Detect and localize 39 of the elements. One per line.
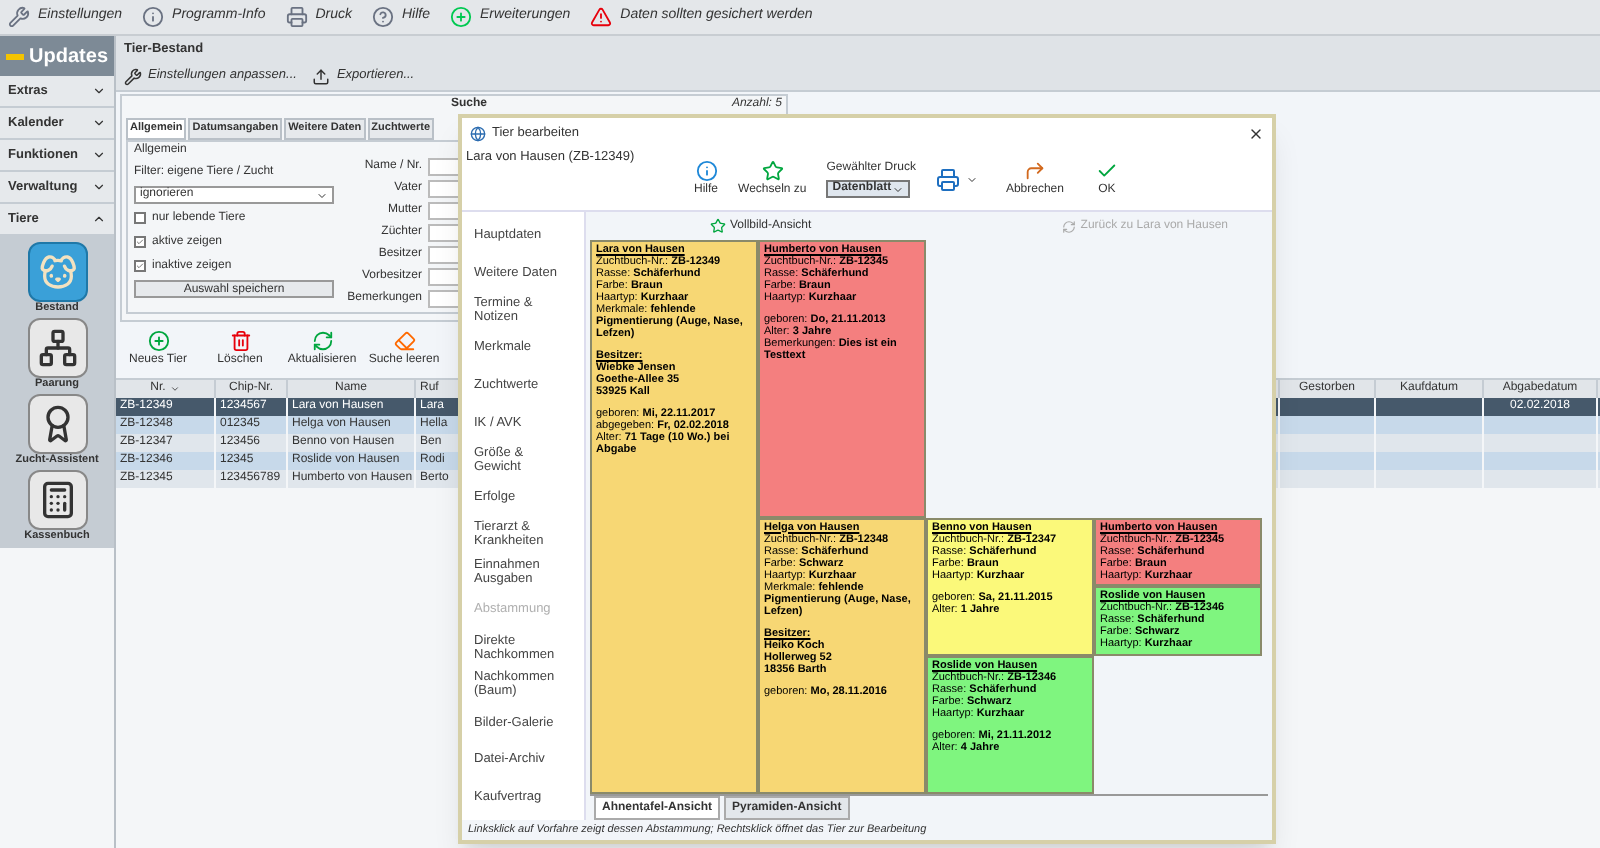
upload-icon	[312, 67, 331, 85]
printer-icon	[285, 6, 308, 28]
wrench-icon	[124, 67, 142, 85]
rosette-icon	[27, 394, 87, 454]
chevron-down-icon	[92, 116, 106, 130]
info-icon	[695, 159, 717, 181]
arrow-icon	[1023, 159, 1046, 181]
eraser-icon	[393, 330, 415, 352]
check-icon	[1095, 159, 1118, 181]
wrench-icon	[8, 6, 30, 28]
sort-icon	[169, 384, 180, 394]
printer-icon	[935, 167, 960, 191]
pedigree-card[interactable]	[590, 240, 758, 794]
chevron-down-icon	[892, 183, 905, 195]
network-icon	[27, 318, 87, 378]
trash-icon	[229, 330, 251, 352]
warning-icon	[590, 6, 613, 28]
dog-icon	[27, 242, 87, 302]
info-icon	[142, 6, 165, 28]
pedigree-card[interactable]	[758, 517, 926, 794]
plus-icon	[147, 330, 169, 352]
globe-icon	[470, 125, 486, 141]
chevron-down-icon	[92, 148, 106, 162]
minus-icon	[6, 53, 24, 59]
updates-header[interactable]: Updates	[0, 36, 114, 76]
chevron-down-icon	[92, 180, 106, 194]
star-icon	[710, 218, 726, 234]
calculator-icon	[27, 470, 87, 530]
refresh-icon	[1062, 219, 1077, 233]
plus-icon	[450, 6, 473, 28]
refresh-icon	[311, 330, 333, 352]
caret-icon	[965, 173, 978, 185]
chevron-up-icon	[92, 212, 106, 226]
chevron-down-icon	[316, 189, 328, 201]
chevron-down-icon	[92, 84, 106, 98]
close-button[interactable]	[1248, 125, 1264, 141]
help-icon	[372, 6, 394, 28]
star-icon	[761, 159, 784, 181]
print-button[interactable]	[935, 167, 978, 191]
